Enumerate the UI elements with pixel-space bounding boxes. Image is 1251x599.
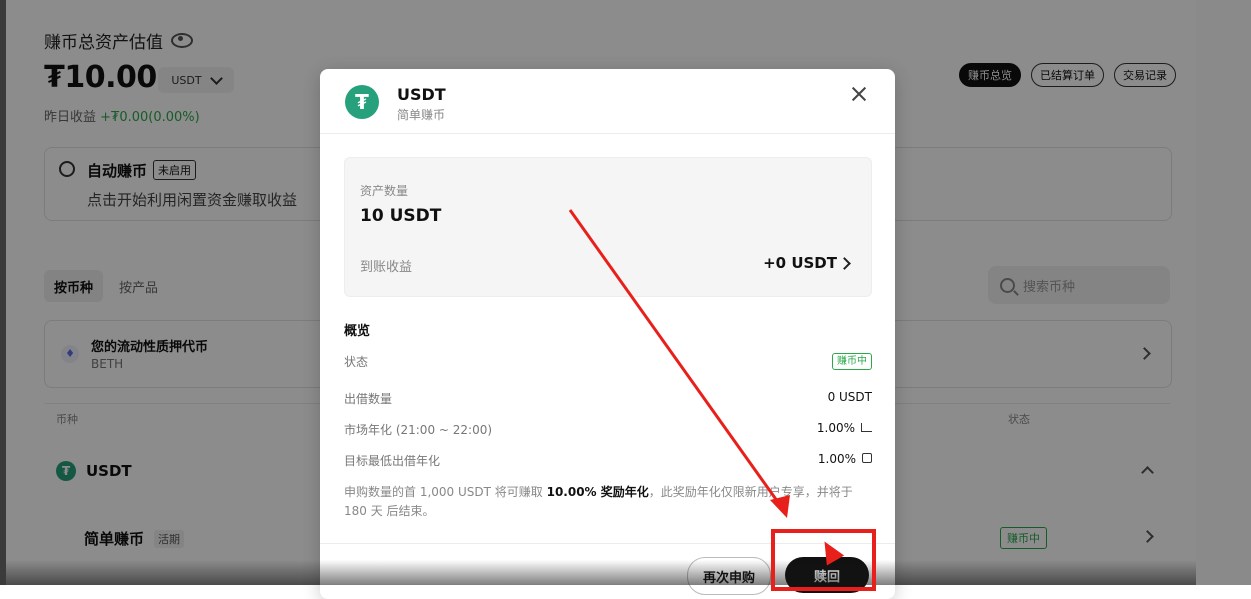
edit-icon[interactable] bbox=[862, 453, 872, 463]
trend-chart-icon[interactable] bbox=[861, 423, 872, 432]
asset-summary-card: 资产数量 10 USDT 到账收益 +0 USDT bbox=[344, 157, 872, 297]
status-badge: 赚币中 bbox=[832, 353, 872, 370]
modal-header: ₮ USDT 简单赚币 bbox=[320, 69, 895, 134]
asset-amount-label: 资产数量 bbox=[360, 184, 409, 198]
promo-text-bold: 10.00% 奖励年化 bbox=[546, 485, 649, 499]
income-label: 到账收益 bbox=[360, 260, 413, 275]
overview-row-market-apr: 市场年化 (21:00 ~ 22:00) 1.00% bbox=[344, 421, 872, 438]
usdt-detail-modal: ₮ USDT 简单赚币 资产数量 10 USDT 到账收益 +0 USDT 概览… bbox=[320, 69, 895, 599]
promo-text-pre: 申购数量的首 1,000 USDT 将可赚取 bbox=[344, 485, 547, 499]
overview-row-min-apr: 目标最低出借年化 1.00% bbox=[344, 452, 872, 469]
overview-label: 市场年化 (21:00 ~ 22:00) bbox=[344, 423, 493, 437]
overview-label: 目标最低出借年化 bbox=[344, 454, 441, 468]
income-value[interactable]: +0 USDT bbox=[763, 254, 837, 272]
overview-label: 出借数量 bbox=[344, 392, 393, 406]
overview-value: 1.00% bbox=[816, 421, 855, 435]
overview-value: 1.00% bbox=[817, 452, 856, 466]
overview-row-lent-amount: 出借数量 0 USDT bbox=[344, 390, 872, 407]
asset-amount-value: 10 USDT bbox=[360, 206, 442, 226]
close-icon[interactable] bbox=[851, 86, 867, 102]
modal-subtitle: 简单赚币 bbox=[397, 108, 446, 122]
overview-title: 概览 bbox=[344, 324, 371, 339]
overview-value: 0 USDT bbox=[827, 390, 872, 404]
frame-edge-right bbox=[1196, 0, 1251, 585]
bottom-shadow bbox=[6, 560, 1196, 585]
modal-title: USDT bbox=[397, 85, 446, 104]
usdt-logo-icon: ₮ bbox=[345, 85, 379, 119]
promo-note: 申购数量的首 1,000 USDT 将可赚取 10.00% 奖励年化，此奖励年化… bbox=[344, 483, 872, 521]
chevron-right-icon[interactable] bbox=[838, 257, 851, 270]
overview-label: 状态 bbox=[344, 355, 369, 369]
overview-row-status: 状态 赚币中 bbox=[344, 353, 872, 370]
